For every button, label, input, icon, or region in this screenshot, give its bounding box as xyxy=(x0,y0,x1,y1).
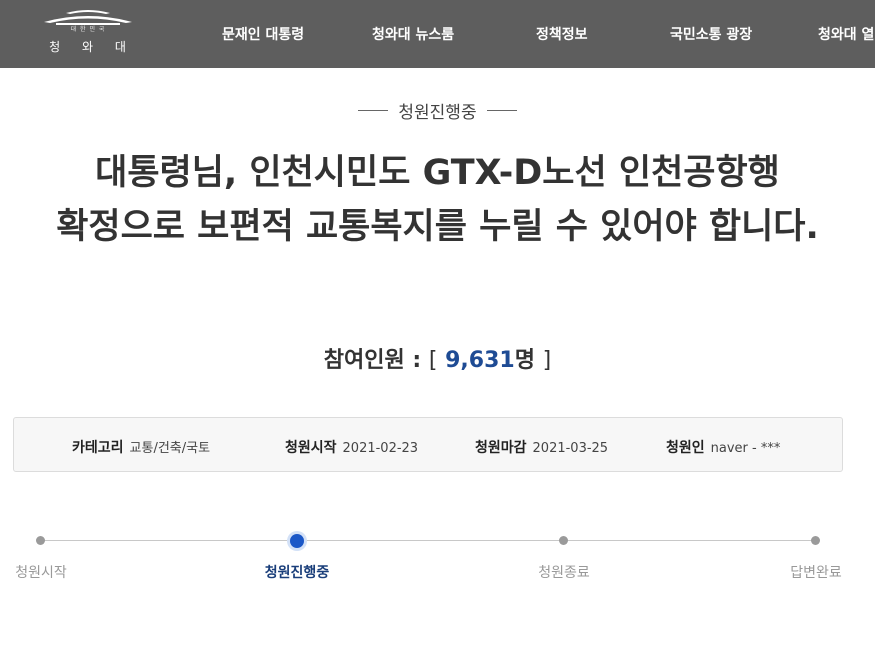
info-author: 청원인 naver - *** xyxy=(666,437,780,457)
progress-dot-ended xyxy=(559,536,568,545)
info-category-label: 카테고리 xyxy=(72,440,124,456)
info-end-value: 2021-03-25 xyxy=(532,441,609,456)
nav-item-president[interactable]: 문재인 대통령 xyxy=(222,24,304,44)
info-start-label: 청원시작 xyxy=(285,440,337,456)
participant-number: 9,631 xyxy=(445,348,515,373)
progress-dot-active xyxy=(290,534,304,548)
info-author-value: naver - *** xyxy=(710,441,781,456)
info-end-label: 청원마감 xyxy=(475,440,527,456)
participant-unit: 명 xyxy=(514,348,535,373)
nav-item-communication[interactable]: 국민소통 광장 xyxy=(670,24,752,44)
info-end: 청원마감 2021-03-25 xyxy=(475,437,608,457)
nav-item-open[interactable]: 청와대 열 xyxy=(818,24,874,44)
petition-status: 청원진행중 xyxy=(0,98,875,123)
top-header: 대 한 민 국 청 와 대 문재인 대통령 청와대 뉴스룸 정책정보 국민소통 … xyxy=(0,0,875,68)
progress-step-answered: 답변완료 xyxy=(790,565,842,581)
status-divider-right xyxy=(486,110,517,111)
info-start: 청원시작 2021-02-23 xyxy=(285,437,418,457)
participant-count: 참여인원 : [ 9,631명 ] xyxy=(0,342,875,374)
info-start-value: 2021-02-23 xyxy=(342,441,419,456)
nav-item-newsroom[interactable]: 청와대 뉴스룸 xyxy=(372,24,454,44)
participant-open-bracket: [ xyxy=(428,348,438,373)
petition-progress: 청원시작 청원진행중 청원종료 답변완료 xyxy=(0,520,875,590)
status-text: 청원진행중 xyxy=(398,103,477,123)
petition-title: 대통령님, 인천시민도 GTX-D노선 인천공항행 확정으로 보편적 교통복지를… xyxy=(56,153,819,247)
petition-info-box: 카테고리 교통/건축/국토 청원시작 2021-02-23 청원마감 2021-03-… xyxy=(13,417,843,472)
progress-step-ongoing: 청원진행중 xyxy=(264,565,330,581)
info-category-value: 교통/건축/국토 xyxy=(129,441,211,456)
status-divider-left xyxy=(358,110,389,111)
main-nav: 문재인 대통령 청와대 뉴스룸 정책정보 국민소통 광장 청와대 열 xyxy=(0,0,875,68)
info-author-label: 청원인 xyxy=(666,440,705,456)
info-category: 카테고리 교통/건축/국토 xyxy=(72,437,210,457)
participant-close-bracket: ] xyxy=(542,348,552,373)
participant-label: 참여인원 : xyxy=(323,348,422,373)
progress-step-ended: 청원종료 xyxy=(538,565,590,581)
progress-track xyxy=(40,540,816,541)
progress-dot-answered xyxy=(811,536,820,545)
progress-step-start: 청원시작 xyxy=(15,565,67,581)
progress-dot-start xyxy=(36,536,45,545)
nav-item-policy[interactable]: 정책정보 xyxy=(536,24,588,44)
